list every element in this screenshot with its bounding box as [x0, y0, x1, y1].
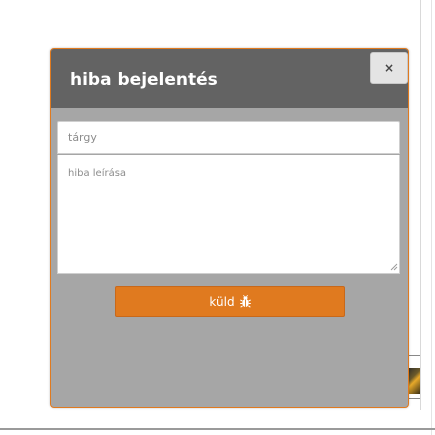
close-icon: × — [383, 61, 395, 75]
bug-icon — [239, 295, 251, 308]
subject-input[interactable] — [57, 121, 400, 154]
bug-report-dialog: hiba bejelentés × küld — [50, 48, 409, 408]
background-divider — [0, 428, 435, 430]
send-button-label: küld — [209, 294, 235, 309]
page: hiba bejelentés × küld — [0, 0, 435, 435]
description-textarea[interactable] — [57, 155, 400, 274]
close-button[interactable]: × — [370, 52, 408, 84]
background-divider — [420, 0, 421, 410]
background-divider — [431, 0, 432, 435]
dialog-title: hiba bejelentés — [70, 70, 218, 90]
dialog-header: hiba bejelentés × — [51, 49, 408, 108]
resize-handle-icon[interactable] — [390, 263, 398, 271]
send-button[interactable]: küld — [115, 286, 345, 317]
